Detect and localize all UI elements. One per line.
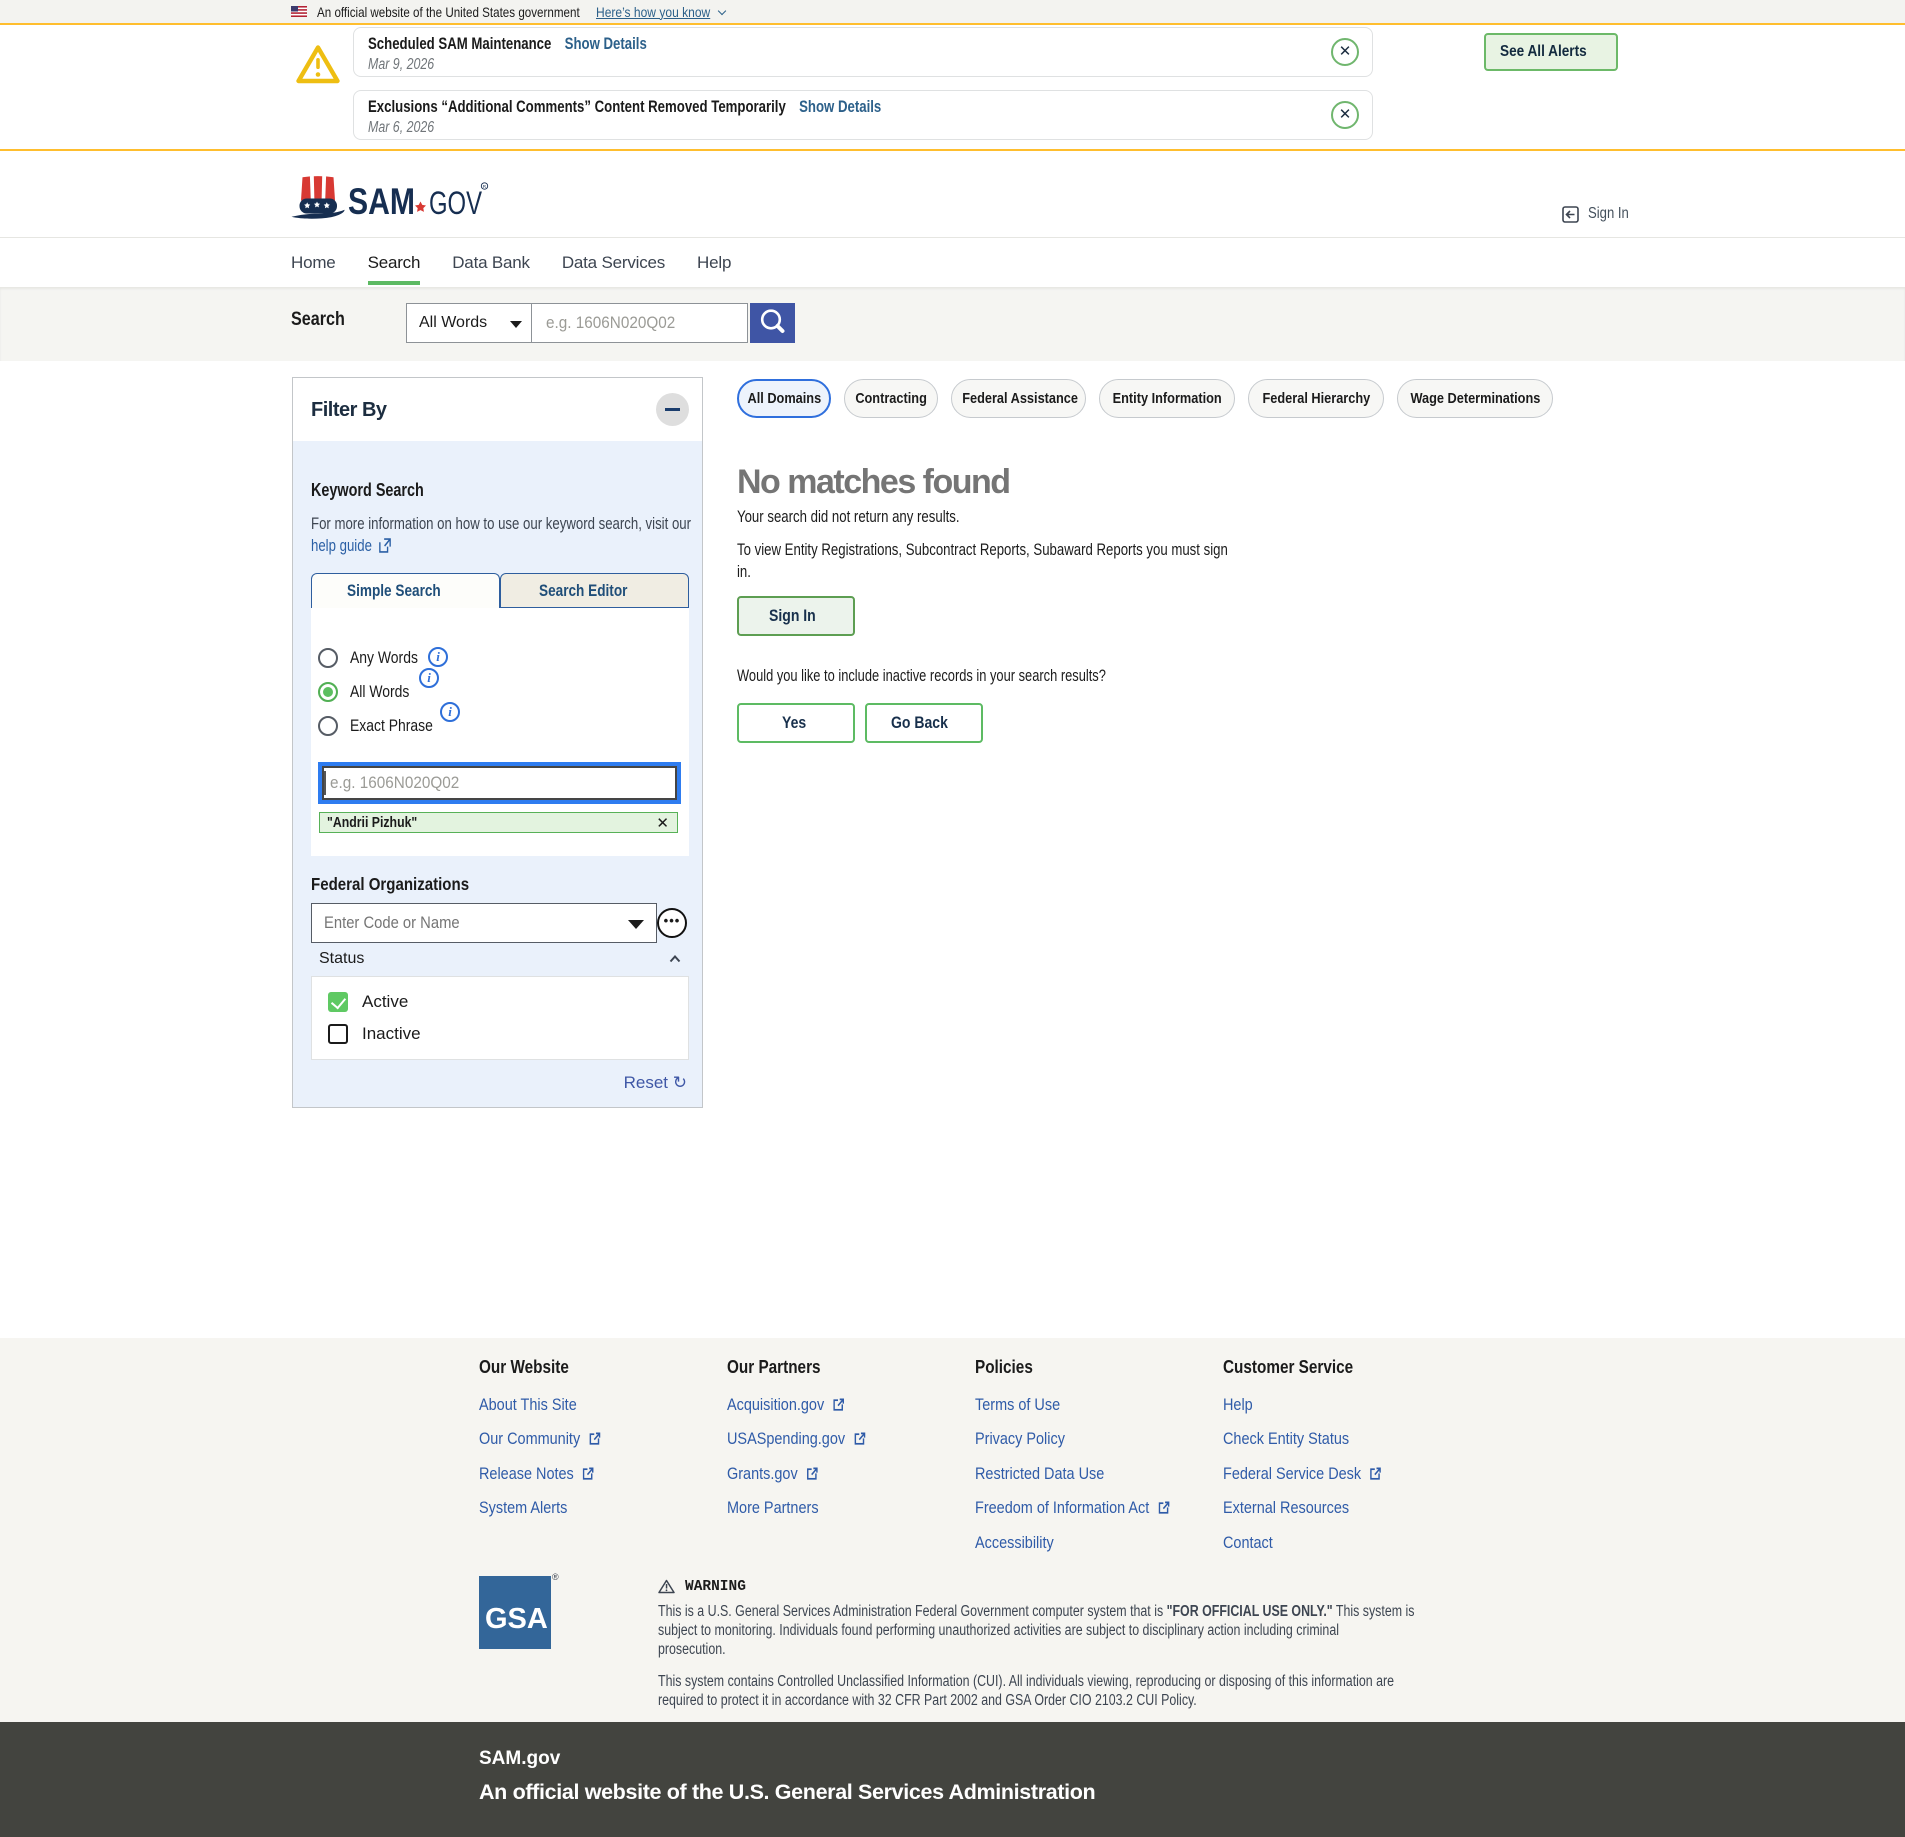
svg-text:GSA: GSA [485, 1603, 548, 1635]
svg-text:®: ® [552, 1572, 559, 1582]
svg-text:SAM: SAM [348, 181, 415, 222]
svg-text:GOV: GOV [429, 185, 482, 221]
